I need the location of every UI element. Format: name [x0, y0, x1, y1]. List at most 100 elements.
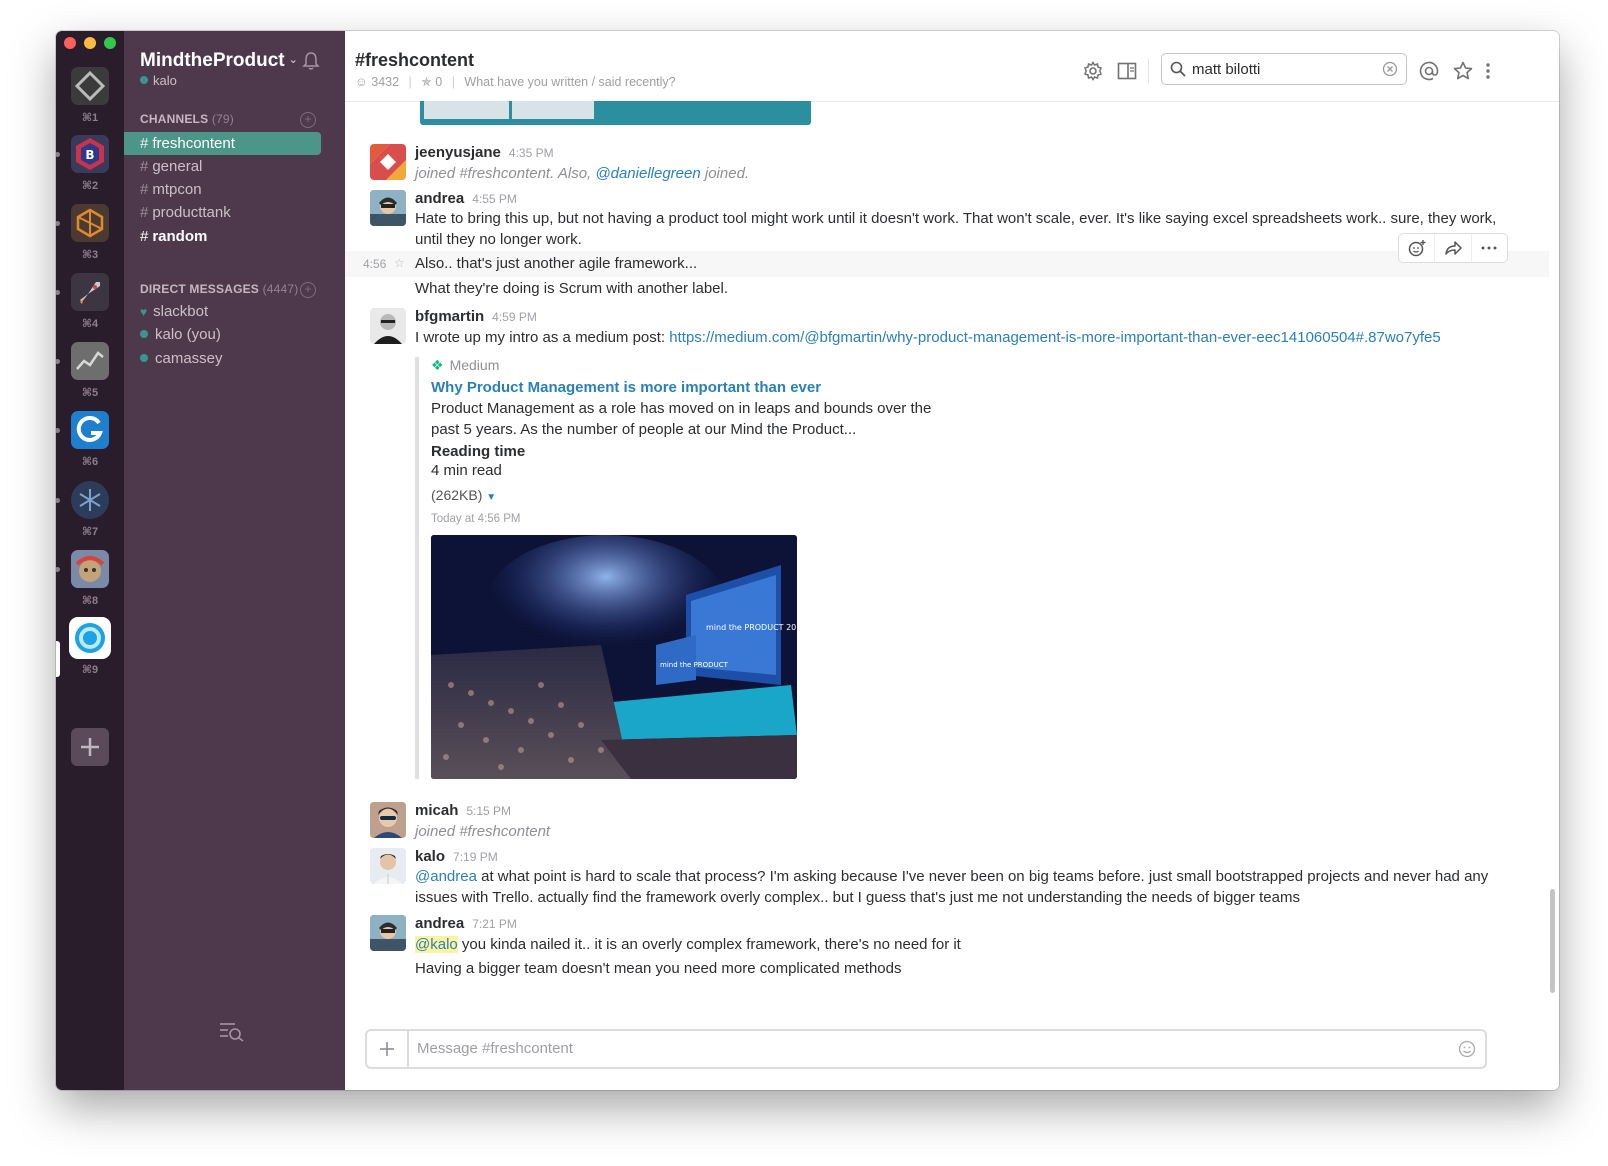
- message-timestamp[interactable]: 4:55 PM: [472, 192, 517, 206]
- share-message-button[interactable]: [1435, 234, 1472, 262]
- scrollbar[interactable]: [1550, 889, 1555, 993]
- message-timestamp[interactable]: 7:21 PM: [472, 917, 517, 931]
- self-mention[interactable]: @kalo: [415, 936, 458, 953]
- hash-icon: #: [140, 135, 149, 152]
- message-text: joined #freshcontent: [415, 823, 551, 840]
- message-text: I wrote up my intro as a medium post: ht…: [415, 329, 1441, 346]
- mentions-icon[interactable]: [1419, 61, 1439, 81]
- current-user[interactable]: kalo: [140, 73, 177, 88]
- diamond-icon: [71, 67, 109, 105]
- minimize-window-button[interactable]: [84, 37, 96, 49]
- team-3[interactable]: ⌘3: [56, 204, 109, 261]
- message-author[interactable]: jeenyusjane: [415, 144, 501, 161]
- clear-search-icon[interactable]: [1382, 61, 1398, 77]
- team-switcher: ⌘1 B ⌘2 ⌘3 ⌘4 ⌘5 ⌘6 ⌘7 ⌘8 ⌘9: [56, 31, 124, 1090]
- message-author[interactable]: bfgmartin: [415, 308, 484, 325]
- message-author[interactable]: andrea: [415, 915, 464, 932]
- member-count[interactable]: 3432: [371, 75, 399, 89]
- channel-random[interactable]: # random: [124, 225, 321, 248]
- attach-file-button[interactable]: [367, 1031, 409, 1067]
- bell-icon[interactable]: [302, 51, 320, 71]
- avatar[interactable]: [370, 802, 406, 838]
- channel-title[interactable]: #freshcontent: [355, 50, 474, 71]
- add-reaction-button[interactable]: [1399, 234, 1436, 262]
- message-timestamp[interactable]: 5:15 PM: [466, 804, 511, 818]
- message-timestamp[interactable]: 4:56: [363, 257, 386, 271]
- unread-dot: [56, 152, 60, 157]
- rocket-icon: [71, 273, 109, 311]
- avatar[interactable]: [370, 190, 406, 226]
- star-message-icon[interactable]: ☆: [394, 256, 405, 270]
- message-pane: #freshcontent ☺ 3432 | ✯ 0 | What have y…: [345, 31, 1559, 1090]
- team-4[interactable]: ⌘4: [56, 273, 109, 330]
- team-5[interactable]: ⌘5: [56, 342, 109, 399]
- user-mention[interactable]: @daniellegreen: [595, 165, 700, 182]
- message-timestamp[interactable]: 7:19 PM: [453, 850, 498, 864]
- team-9[interactable]: ⌘9: [71, 619, 109, 676]
- presence-dot: [140, 330, 148, 338]
- close-window-button[interactable]: [64, 37, 76, 49]
- snowflake-icon: [71, 481, 109, 519]
- add-team-button[interactable]: [71, 728, 109, 766]
- plus-icon: [81, 738, 99, 756]
- search-box[interactable]: matt bilotti: [1161, 53, 1407, 85]
- message-text: @kalo you kinda nailed it.. it is an ove…: [415, 936, 961, 953]
- team-8[interactable]: ⌘8: [56, 550, 109, 607]
- team-1[interactable]: ⌘1: [71, 67, 109, 124]
- message-author[interactable]: micah: [415, 802, 458, 819]
- image-size-toggle[interactable]: (262KB) ▼: [431, 487, 1031, 503]
- channel-header: #freshcontent ☺ 3432 | ✯ 0 | What have y…: [345, 31, 1559, 102]
- channels-header[interactable]: CHANNELS (79): [140, 112, 234, 126]
- channel-mtpcon[interactable]: # mtpcon: [124, 178, 321, 201]
- channel-sidebar: MindtheProduct ⌄ kalo CHANNELS (79) + # fr…: [124, 31, 345, 1090]
- header-divider: [1148, 59, 1149, 83]
- medium-link[interactable]: https://medium.com/@bfgmartin/why-produc…: [669, 329, 1440, 346]
- user-mention[interactable]: @andrea: [415, 868, 477, 885]
- star-icon[interactable]: [1453, 61, 1473, 81]
- team-menu-button[interactable]: MindtheProduct ⌄: [140, 50, 298, 72]
- team-7[interactable]: ⌘7: [56, 481, 109, 538]
- more-vertical-icon[interactable]: [1483, 61, 1493, 81]
- preview-title-link[interactable]: Why Product Management is more important…: [431, 379, 1031, 396]
- avatar[interactable]: [370, 848, 406, 884]
- stage-text: mind the PRODUCT: [660, 661, 729, 669]
- hash-icon: #: [140, 181, 149, 198]
- quick-switcher-icon[interactable]: [219, 1020, 245, 1042]
- previous-attachment-image[interactable]: [420, 101, 811, 125]
- avatar[interactable]: [370, 915, 406, 951]
- message-input[interactable]: Message #freshcontent: [417, 1040, 573, 1057]
- hovered-message[interactable]: 4:56 ☆ Also.. that's just another agile …: [345, 251, 1549, 277]
- channel-producttank[interactable]: # producttank: [124, 201, 321, 224]
- add-channel-icon[interactable]: +: [300, 112, 316, 128]
- emoji-icon[interactable]: [1458, 1040, 1476, 1058]
- avatar[interactable]: [370, 144, 406, 180]
- add-dm-icon[interactable]: +: [300, 282, 316, 298]
- sidebar-toggle-icon[interactable]: [1117, 61, 1137, 81]
- dm-slackbot[interactable]: ♥ slackbot: [124, 300, 321, 323]
- more-actions-button[interactable]: [1472, 234, 1507, 262]
- channel-general[interactable]: # general: [124, 155, 321, 178]
- dm-kalo[interactable]: kalo (you): [124, 323, 321, 346]
- message-author[interactable]: andrea: [415, 190, 464, 207]
- zoom-window-button[interactable]: [104, 37, 116, 49]
- pin-count[interactable]: 0: [435, 75, 442, 89]
- message-timestamp[interactable]: 4:35 PM: [509, 146, 554, 160]
- team-6[interactable]: ⌘6: [56, 411, 109, 468]
- channel-topic[interactable]: What have you written / said recently?: [464, 75, 675, 89]
- gear-icon[interactable]: [1083, 61, 1103, 81]
- dm-header[interactable]: DIRECT MESSAGES (4447): [140, 282, 298, 296]
- conference-photo[interactable]: mind the PRODUCT 2016 mind the PRODUCT: [431, 535, 797, 779]
- dm-camassey[interactable]: camassey: [124, 347, 321, 370]
- message-author[interactable]: kalo: [415, 848, 445, 865]
- team-2[interactable]: B ⌘2: [56, 135, 109, 192]
- search-input[interactable]: matt bilotti: [1192, 61, 1260, 78]
- mascot-icon: [71, 550, 109, 588]
- hex-logo-icon: [71, 204, 109, 242]
- channel-freshcontent[interactable]: # freshcontent: [124, 132, 321, 155]
- dm-count: (4447): [262, 282, 299, 296]
- message-timestamp[interactable]: 4:59 PM: [492, 310, 537, 324]
- member-icon: ☺: [355, 75, 368, 89]
- avatar[interactable]: [370, 308, 406, 344]
- service-name: ❖ Medium: [431, 357, 500, 373]
- caret-down-icon: ▼: [486, 492, 497, 503]
